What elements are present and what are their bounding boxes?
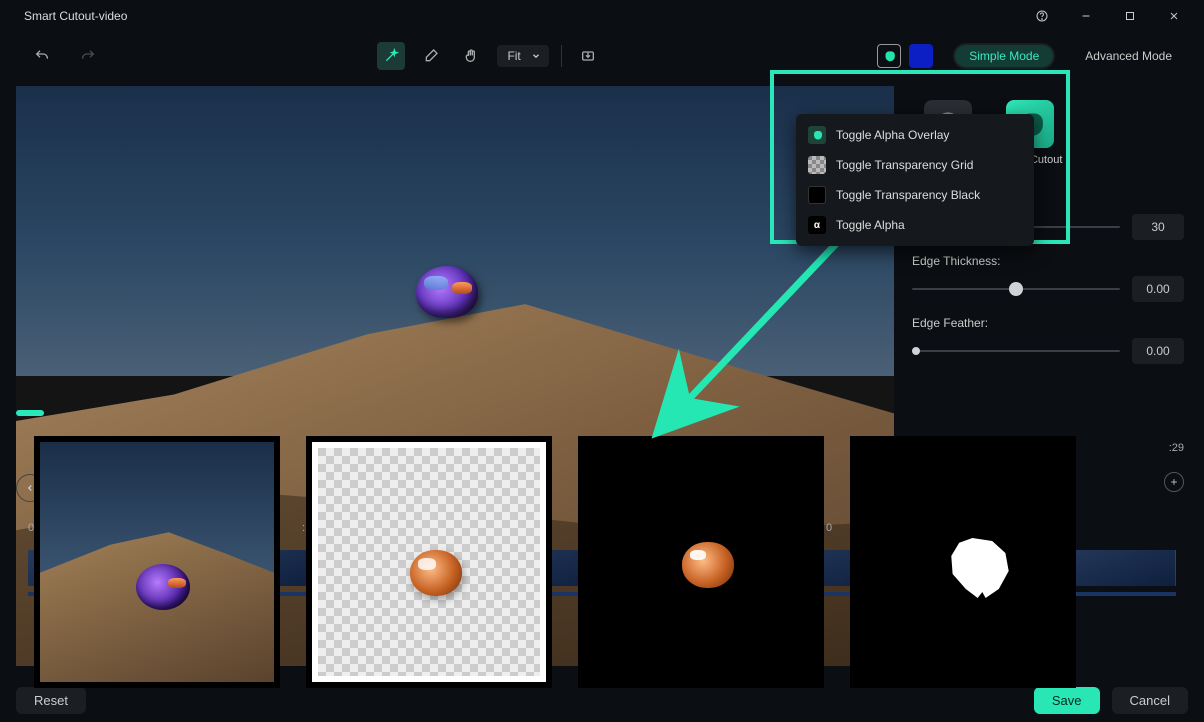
brush-size-value[interactable]: 30 xyxy=(1132,214,1184,240)
close-icon[interactable] xyxy=(1154,2,1194,30)
compare-icon[interactable] xyxy=(574,42,602,70)
alpha-icon: α xyxy=(808,216,826,234)
menu-toggle-transparency-grid[interactable]: Toggle Transparency Grid xyxy=(796,150,1034,180)
edge-feather-value[interactable]: 0.00 xyxy=(1132,338,1184,364)
separator xyxy=(561,45,562,67)
menu-label: Toggle Alpha xyxy=(836,218,905,232)
preview-transparency-grid[interactable] xyxy=(306,436,552,688)
timeline-time-right: :29 xyxy=(1169,442,1184,454)
content-area: Fit Simple Mode Advanced Mod xyxy=(0,32,1204,678)
edge-thickness-control: Edge Thickness: 0.00 xyxy=(912,254,1184,302)
minimize-icon[interactable] xyxy=(1066,2,1106,30)
edge-thickness-slider[interactable] xyxy=(912,279,1120,299)
preview-mode-menu: Toggle Alpha Overlay Toggle Transparency… xyxy=(796,114,1034,246)
titlebar: Smart Cutout-video xyxy=(0,0,1204,32)
zoom-select[interactable]: Fit xyxy=(497,45,548,67)
app-window: Smart Cutout-video xyxy=(0,0,1204,722)
tab-advanced-mode[interactable]: Advanced Mode xyxy=(1075,45,1182,67)
mode-tabs: Simple Mode xyxy=(953,43,1055,69)
menu-label: Toggle Alpha Overlay xyxy=(836,128,949,142)
redo-icon[interactable] xyxy=(74,42,102,70)
reset-button[interactable]: Reset xyxy=(16,687,86,714)
preview-original[interactable] xyxy=(34,436,280,688)
window-title: Smart Cutout-video xyxy=(24,9,127,23)
cancel-button[interactable]: Cancel xyxy=(1112,687,1188,714)
menu-label: Toggle Transparency Black xyxy=(836,188,980,202)
menu-toggle-alpha[interactable]: α Toggle Alpha xyxy=(796,210,1034,240)
menu-toggle-alpha-overlay[interactable]: Toggle Alpha Overlay xyxy=(796,120,1034,150)
preview-mode-alpha-overlay[interactable] xyxy=(877,44,901,68)
edge-thickness-value[interactable]: 0.00 xyxy=(1132,276,1184,302)
transparency-grid-icon xyxy=(808,156,826,174)
preview-transparency-black[interactable] xyxy=(578,436,824,688)
edge-feather-control: Edge Feather: 0.00 xyxy=(912,316,1184,364)
help-icon[interactable] xyxy=(1022,2,1062,30)
preview-mode-color-swatch[interactable] xyxy=(909,44,933,68)
menu-toggle-transparency-black[interactable]: Toggle Transparency Black xyxy=(796,180,1034,210)
maximize-icon[interactable] xyxy=(1110,2,1150,30)
preview-cards xyxy=(34,436,1076,688)
menu-label: Toggle Transparency Grid xyxy=(836,158,973,172)
tab-simple-mode[interactable]: Simple Mode xyxy=(955,45,1053,67)
hand-tool-icon[interactable] xyxy=(457,42,485,70)
preview-swatches xyxy=(877,44,933,68)
toolbar: Fit Simple Mode Advanced Mod xyxy=(16,32,1188,80)
edge-feather-slider[interactable] xyxy=(912,341,1120,361)
eraser-tool-icon[interactable] xyxy=(417,42,445,70)
zoom-label: Fit xyxy=(507,49,520,63)
timeline-zoom-in-icon[interactable] xyxy=(1164,472,1184,492)
save-button[interactable]: Save xyxy=(1034,687,1100,714)
alpha-overlay-icon xyxy=(808,126,826,144)
transparency-black-icon xyxy=(808,186,826,204)
undo-icon[interactable] xyxy=(28,42,56,70)
preview-alpha[interactable] xyxy=(850,436,1076,688)
wand-tool-icon[interactable] xyxy=(377,42,405,70)
